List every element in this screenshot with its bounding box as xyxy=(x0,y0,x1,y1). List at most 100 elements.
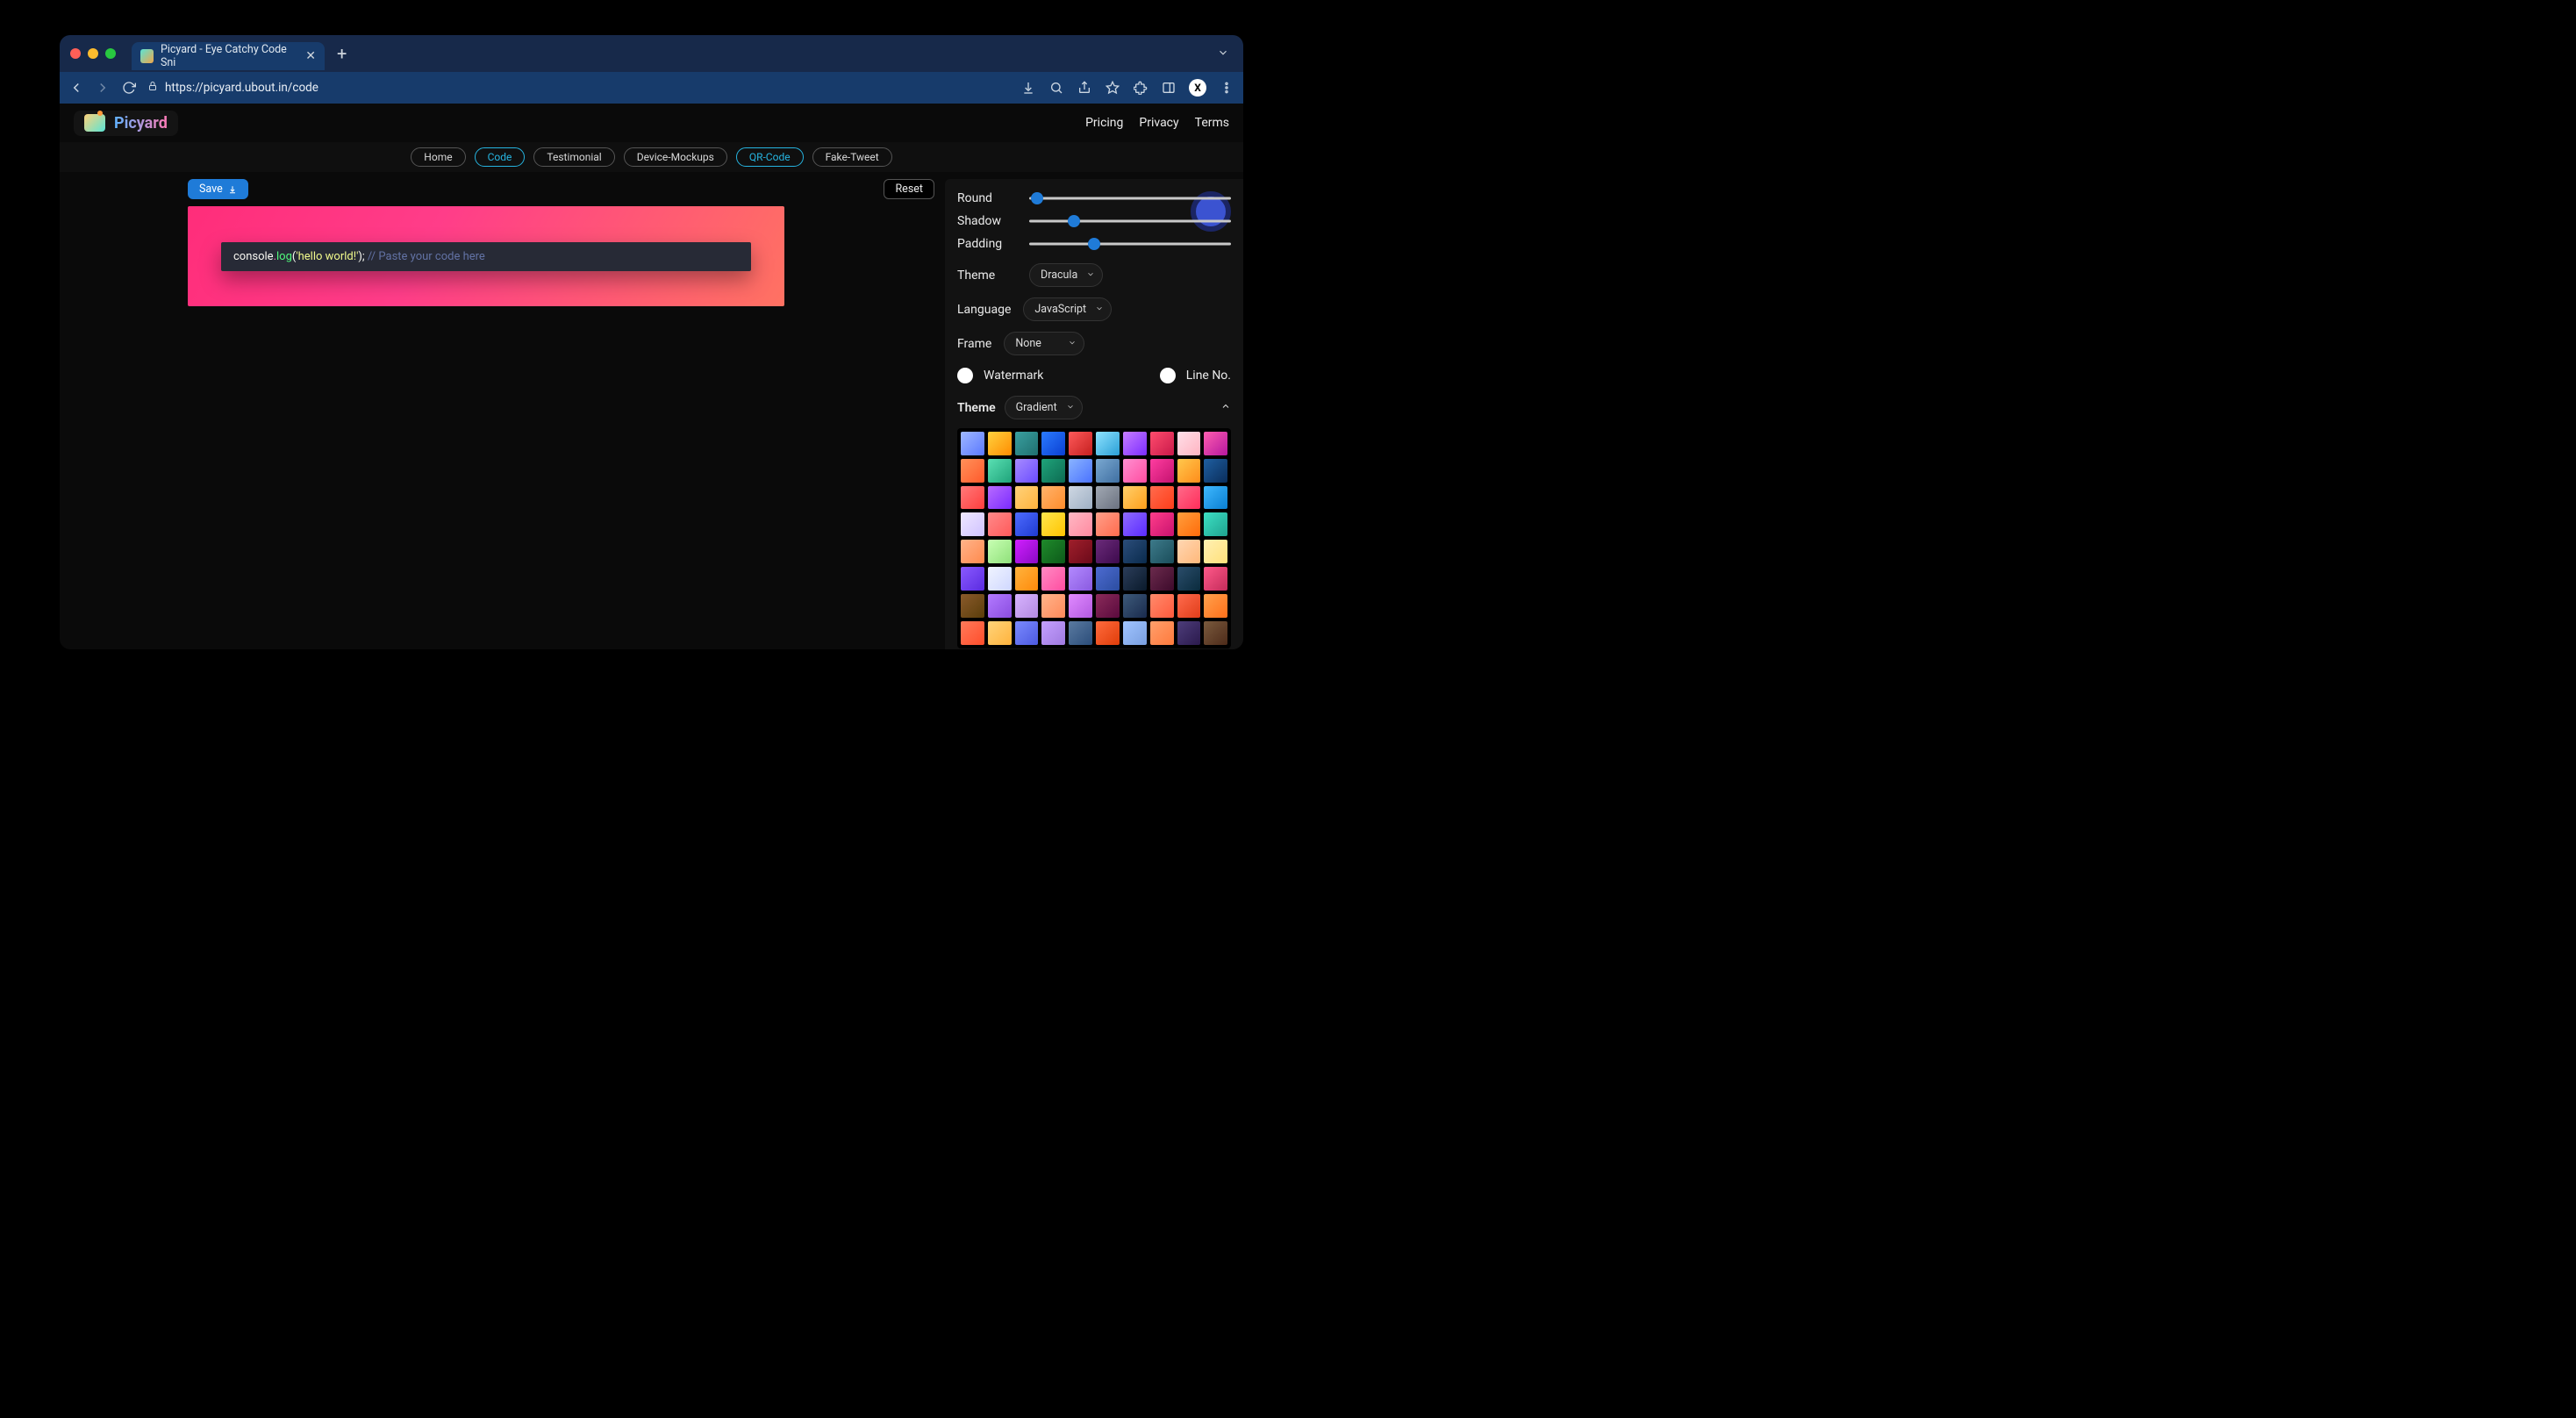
gradient-swatch[interactable] xyxy=(1204,594,1227,618)
gradient-swatch[interactable] xyxy=(1204,540,1227,563)
gradient-swatch[interactable] xyxy=(1150,621,1174,645)
gradient-swatch[interactable] xyxy=(1150,567,1174,591)
shadow-slider[interactable] xyxy=(1029,215,1231,227)
gradient-swatch[interactable] xyxy=(988,512,1012,536)
share-icon[interactable] xyxy=(1077,80,1092,96)
gradient-swatch[interactable] xyxy=(1041,594,1065,618)
gradient-swatch[interactable] xyxy=(1204,459,1227,483)
gradient-swatch[interactable] xyxy=(988,567,1012,591)
gradient-swatch[interactable] xyxy=(1069,540,1092,563)
gradient-swatch[interactable] xyxy=(961,621,984,645)
gradient-swatch[interactable] xyxy=(1177,540,1201,563)
gradient-swatch[interactable] xyxy=(1123,459,1147,483)
gradient-swatch[interactable] xyxy=(1123,594,1147,618)
padding-slider[interactable] xyxy=(1029,238,1231,250)
gradient-swatch[interactable] xyxy=(988,432,1012,455)
bookmark-icon[interactable] xyxy=(1105,80,1120,96)
gradient-swatch[interactable] xyxy=(961,540,984,563)
gradient-swatch[interactable] xyxy=(961,594,984,618)
reset-button[interactable]: Reset xyxy=(884,179,934,199)
gradient-swatch[interactable] xyxy=(1204,512,1227,536)
sidepanel-icon[interactable] xyxy=(1161,80,1177,96)
header-link-pricing[interactable]: Pricing xyxy=(1085,116,1123,130)
brand[interactable]: Picyard xyxy=(74,111,178,136)
pill-home[interactable]: Home xyxy=(411,147,465,167)
gradient-swatch[interactable] xyxy=(1150,512,1174,536)
gradient-swatch[interactable] xyxy=(988,621,1012,645)
gradient-swatch[interactable] xyxy=(1015,512,1039,536)
gradient-swatch[interactable] xyxy=(1015,540,1039,563)
gradient-swatch[interactable] xyxy=(1069,512,1092,536)
gradient-swatch[interactable] xyxy=(1069,459,1092,483)
gradient-swatch[interactable] xyxy=(1069,567,1092,591)
watermark-toggle[interactable] xyxy=(957,368,973,383)
gradient-swatch[interactable] xyxy=(961,459,984,483)
new-tab-button[interactable]: + xyxy=(337,43,347,64)
gradient-swatch[interactable] xyxy=(1069,486,1092,510)
gradient-swatch[interactable] xyxy=(1123,512,1147,536)
gradient-swatch[interactable] xyxy=(1015,621,1039,645)
gradient-swatch[interactable] xyxy=(961,512,984,536)
pill-code[interactable]: Code xyxy=(475,147,526,167)
gradient-swatch[interactable] xyxy=(988,540,1012,563)
gradient-swatch[interactable] xyxy=(1041,540,1065,563)
gradient-swatch[interactable] xyxy=(1177,567,1201,591)
gradient-swatch[interactable] xyxy=(961,486,984,510)
forward-icon[interactable] xyxy=(95,80,111,96)
gradient-swatch[interactable] xyxy=(1150,432,1174,455)
gradient-swatch[interactable] xyxy=(1069,432,1092,455)
gradient-swatch[interactable] xyxy=(1015,486,1039,510)
profile-avatar[interactable]: X xyxy=(1189,79,1206,97)
gradient-swatch[interactable] xyxy=(1096,540,1120,563)
minimize-window-icon[interactable] xyxy=(88,48,98,59)
gradient-swatch[interactable] xyxy=(1204,432,1227,455)
gradient-swatch[interactable] xyxy=(1096,432,1120,455)
round-slider[interactable] xyxy=(1029,192,1231,204)
kebab-menu-icon[interactable] xyxy=(1219,80,1234,96)
pill-testimonial[interactable]: Testimonial xyxy=(533,147,614,167)
bg-theme-select[interactable]: Gradient xyxy=(1005,396,1083,419)
gradient-swatch[interactable] xyxy=(1069,621,1092,645)
gradient-swatch[interactable] xyxy=(1015,567,1039,591)
gradient-swatch[interactable] xyxy=(1123,486,1147,510)
header-link-privacy[interactable]: Privacy xyxy=(1139,116,1178,130)
gradient-swatch[interactable] xyxy=(1204,621,1227,645)
gradient-swatch[interactable] xyxy=(1177,594,1201,618)
gradient-swatch[interactable] xyxy=(1150,540,1174,563)
gradient-swatch[interactable] xyxy=(1177,459,1201,483)
gradient-swatch[interactable] xyxy=(1069,594,1092,618)
gradient-swatch[interactable] xyxy=(1177,486,1201,510)
tabs-overflow-icon[interactable] xyxy=(1217,46,1243,62)
gradient-swatch[interactable] xyxy=(1123,432,1147,455)
theme-select[interactable]: Dracula xyxy=(1029,263,1103,287)
gradient-swatch[interactable] xyxy=(1041,486,1065,510)
gradient-swatch[interactable] xyxy=(1123,621,1147,645)
gradient-swatch[interactable] xyxy=(1096,567,1120,591)
gradient-swatch[interactable] xyxy=(1015,459,1039,483)
gradient-swatch[interactable] xyxy=(1015,594,1039,618)
close-tab-icon[interactable]: ✕ xyxy=(305,49,316,63)
gradient-swatch[interactable] xyxy=(1096,486,1120,510)
address-field[interactable]: https://picyard.ubout.in/code xyxy=(147,81,318,95)
header-link-terms[interactable]: Terms xyxy=(1195,116,1229,130)
gradient-swatch[interactable] xyxy=(988,594,1012,618)
download-icon[interactable] xyxy=(1020,80,1036,96)
gradient-swatch[interactable] xyxy=(1204,567,1227,591)
gradient-swatch[interactable] xyxy=(1041,621,1065,645)
gradient-swatch[interactable] xyxy=(1096,594,1120,618)
pill-device-mockups[interactable]: Device-Mockups xyxy=(624,147,727,167)
frame-select[interactable]: None xyxy=(1004,332,1084,355)
code-card[interactable]: console.log('hello world!'); // Paste yo… xyxy=(221,242,751,271)
close-window-icon[interactable] xyxy=(70,48,81,59)
collapse-icon[interactable] xyxy=(1220,401,1231,415)
extensions-icon[interactable] xyxy=(1133,80,1148,96)
gradient-swatch[interactable] xyxy=(1041,512,1065,536)
gradient-swatch[interactable] xyxy=(1150,594,1174,618)
gradient-swatch[interactable] xyxy=(1041,567,1065,591)
gradient-swatch[interactable] xyxy=(961,432,984,455)
browser-tab[interactable]: Picyard - Eye Catchy Code Sni ✕ xyxy=(132,42,325,70)
gradient-swatch[interactable] xyxy=(1177,432,1201,455)
gradient-swatch[interactable] xyxy=(1041,432,1065,455)
gradient-swatch[interactable] xyxy=(1150,459,1174,483)
gradient-swatch[interactable] xyxy=(1204,486,1227,510)
